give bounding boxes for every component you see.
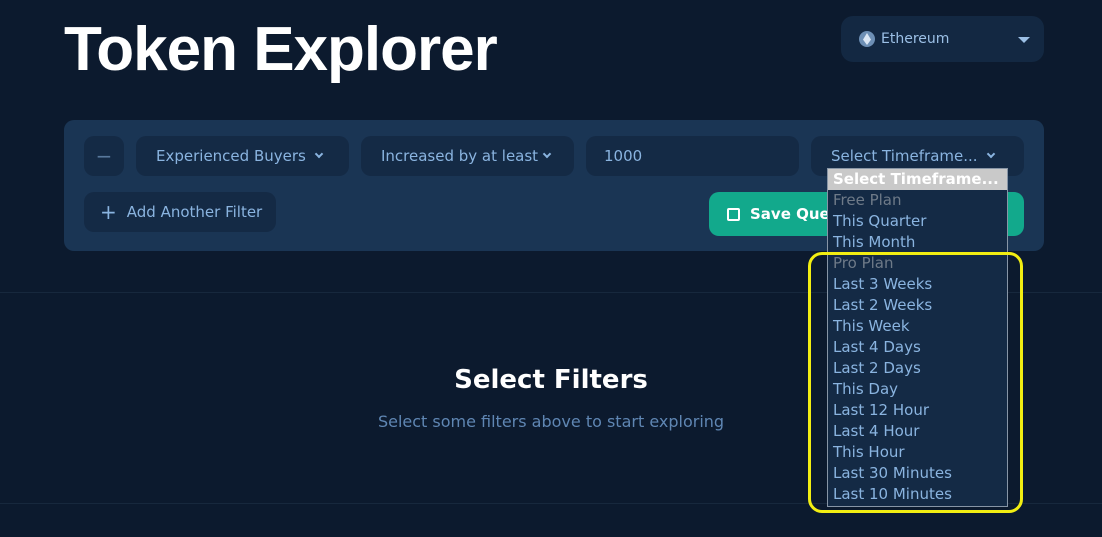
timeframe-option[interactable]: Last 10 Minutes bbox=[828, 484, 1007, 505]
page-title: Token Explorer bbox=[64, 15, 498, 84]
network-label: Ethereum bbox=[881, 31, 950, 47]
condition-label: Increased by at least bbox=[381, 147, 539, 165]
plus-icon: + bbox=[100, 200, 117, 224]
timeframe-dropdown-list: Select Timeframe... Free Plan This Quarter… bbox=[827, 168, 1008, 507]
save-icon bbox=[727, 207, 740, 221]
timeframe-option[interactable]: Select Timeframe... bbox=[828, 169, 1007, 190]
option-group-label: Pro Plan bbox=[833, 254, 894, 272]
metric-label: Experienced Buyers bbox=[156, 147, 306, 165]
value-input[interactable]: 1000 bbox=[586, 136, 799, 176]
option-group-label: Free Plan bbox=[833, 191, 902, 209]
timeframe-label: Select Timeframe... bbox=[831, 147, 978, 165]
chevron-down-icon bbox=[986, 149, 995, 159]
timeframe-option[interactable]: Last 30 Minutes bbox=[828, 463, 1007, 484]
timeframe-option[interactable]: Last 2 Days bbox=[828, 358, 1007, 379]
timeframe-option[interactable]: This Quarter bbox=[828, 211, 1007, 232]
chevron-down-icon bbox=[542, 149, 552, 159]
timeframe-option[interactable]: Last 4 Days bbox=[828, 337, 1007, 358]
timeframe-option[interactable]: This Hour bbox=[828, 442, 1007, 463]
metric-select[interactable]: Experienced Buyers bbox=[136, 136, 349, 176]
ethereum-icon bbox=[859, 31, 875, 47]
caret-down-icon bbox=[1018, 37, 1030, 43]
add-filter-label: Add Another Filter bbox=[126, 203, 263, 221]
timeframe-option[interactable]: Last 12 Hour bbox=[828, 400, 1007, 421]
add-filter-button[interactable]: + Add Another Filter bbox=[84, 192, 276, 232]
remove-filter-button[interactable]: − bbox=[84, 136, 124, 176]
timeframe-option[interactable]: This Month bbox=[828, 232, 1007, 253]
timeframe-option[interactable]: Last 4 Hour bbox=[828, 421, 1007, 442]
condition-select[interactable]: Increased by at least bbox=[361, 136, 574, 176]
network-select[interactable]: Ethereum bbox=[841, 16, 1044, 62]
timeframe-option[interactable]: This Week bbox=[828, 316, 1007, 337]
chevron-down-icon bbox=[314, 149, 324, 159]
timeframe-option[interactable]: This Day bbox=[828, 379, 1007, 400]
timeframe-option[interactable]: Last 2 Weeks bbox=[828, 295, 1007, 316]
timeframe-option[interactable]: Last 3 Weeks bbox=[828, 274, 1007, 295]
